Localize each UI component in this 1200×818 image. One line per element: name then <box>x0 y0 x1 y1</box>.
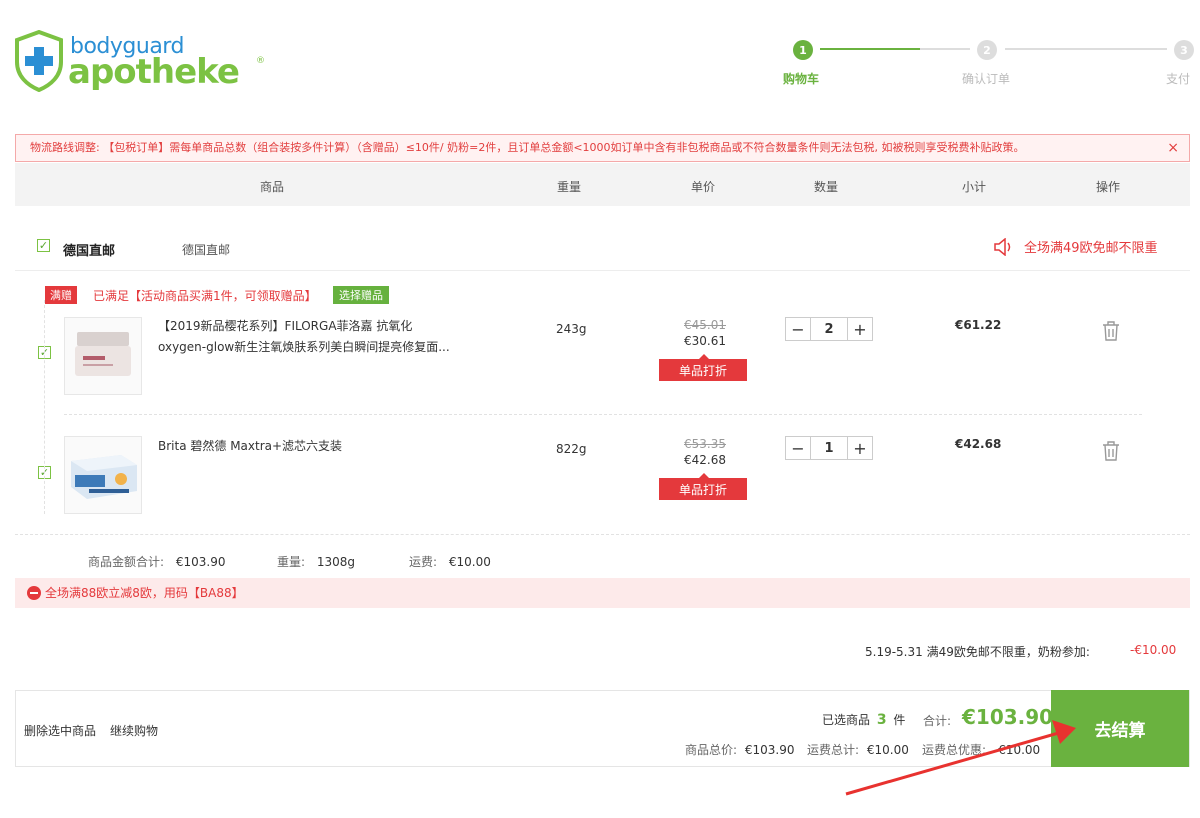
group-left-dash <box>44 300 45 514</box>
item-subtotal: €61.22 <box>955 318 1002 332</box>
promo-text: 全场满88欧立减8欧，用码【BA88】 <box>45 586 244 600</box>
shop-name: 德国直邮 <box>63 244 116 259</box>
step-2-dot: 2 <box>977 40 997 60</box>
summary-goods-total: 商品金额合计: €103.90 <box>88 553 226 570</box>
goods-total: 商品总价: €103.90 <box>685 741 795 758</box>
promo-banner: 全场满88欧立减8欧，用码【BA88】 <box>15 578 1190 608</box>
brita-box-image <box>65 437 141 513</box>
filorga-jar-image <box>65 318 141 394</box>
step-line-1a <box>820 48 920 50</box>
group-bottom-divider <box>15 534 1190 535</box>
shipping-discount-label: 5.19-5.31 满49欧免邮不限重，奶粉参加: <box>865 645 1090 659</box>
product-weight: 243g <box>556 322 587 336</box>
delete-selected-link[interactable]: 删除选中商品 <box>24 722 96 739</box>
item-subtotal: €42.68 <box>955 437 1002 451</box>
header-weight: 重量 <box>557 180 582 194</box>
goods-total-label: 商品总价: <box>685 743 738 757</box>
logo-shield-icon <box>15 30 63 92</box>
quantity-stepper: − 2 + <box>785 317 873 341</box>
product-name[interactable]: Brita 碧然德 Maxtra+滤芯六支装 <box>158 436 458 457</box>
step-line-1b <box>920 48 970 50</box>
step-2-label: 确认订单 <box>962 72 1011 86</box>
trash-icon[interactable] <box>1101 320 1121 342</box>
header-quantity: 数量 <box>814 180 839 194</box>
gift-tag: 满赠 <box>45 286 77 304</box>
product-weight: 822g <box>556 442 587 456</box>
item-divider <box>64 414 1142 415</box>
free-shipping-notice: 全场满49欧免邮不限重 <box>993 237 1158 256</box>
annotation-arrow-icon <box>845 720 1076 796</box>
discount-badge: 单品打折 <box>659 354 747 381</box>
summary-weight-label: 重量: <box>277 555 306 569</box>
continue-shopping-link[interactable]: 继续购物 <box>110 722 158 739</box>
product-name-line-2: oxygen-glow新生注氧焕肤系列美白瞬间提亮修复面... <box>158 340 450 354</box>
shipping-discount-value: -€10.00 <box>1130 643 1177 657</box>
increase-button[interactable]: + <box>848 437 872 459</box>
header-product: 商品 <box>260 180 285 194</box>
decrease-button[interactable]: − <box>786 318 810 340</box>
product-name[interactable]: 【2019新品樱花系列】FILORGA菲洛嘉 抗氧化 oxygen-glow新生… <box>158 316 458 358</box>
logo-registered: ® <box>256 56 265 66</box>
step-1-label: 购物车 <box>783 72 820 86</box>
close-icon[interactable]: × <box>1167 135 1179 161</box>
summary-shipping-label: 运费: <box>409 555 438 569</box>
summary-shipping-value: €10.00 <box>448 555 491 569</box>
step-3-dot: 3 <box>1174 40 1194 60</box>
shop-divider <box>15 270 1190 271</box>
summary-goods-value: €103.90 <box>175 555 226 569</box>
quantity-stepper: − 1 + <box>785 436 873 460</box>
quantity-value[interactable]: 1 <box>810 437 848 459</box>
step-line-2 <box>1005 48 1167 50</box>
shop-checkbox[interactable]: ✓ <box>37 239 50 252</box>
notice-banner: 物流路线调整: 【包税订单】需每单商品总数（组合装按多件计算）（含赠品）≤10件… <box>15 134 1190 162</box>
header-action: 操作 <box>1096 180 1121 194</box>
select-gift-button[interactable]: 选择赠品 <box>333 286 389 304</box>
summary-goods-label: 商品金额合计: <box>88 555 165 569</box>
speaker-icon <box>994 237 1011 256</box>
logo-text-main: apotheke <box>68 52 240 92</box>
summary-weight: 重量: 1308g <box>277 553 355 570</box>
quantity-value[interactable]: 2 <box>810 318 848 340</box>
minus-circle-icon <box>27 586 41 600</box>
original-price: €45.01 <box>684 318 726 332</box>
goods-total-value: €103.90 <box>744 743 795 757</box>
summary-shipping: 运费: €10.00 <box>409 553 491 570</box>
current-price: €30.61 <box>684 334 726 348</box>
increase-button[interactable]: + <box>848 318 872 340</box>
notice-text: 物流路线调整: 【包税订单】需每单商品总数（组合装按多件计算）（含赠品）≤10件… <box>30 141 1025 154</box>
gift-text: 已满足【活动商品买满1件，可领取赠品】 <box>93 289 317 303</box>
free-shipping-text: 全场满49欧免邮不限重 <box>1024 241 1158 256</box>
summary-weight-value: 1308g <box>316 555 356 569</box>
step-1-dot: 1 <box>793 40 813 60</box>
original-price: €53.35 <box>684 437 726 451</box>
decrease-button[interactable]: − <box>786 437 810 459</box>
trash-icon[interactable] <box>1101 440 1121 462</box>
discount-badge: 单品打折 <box>659 473 747 500</box>
product-image[interactable] <box>64 436 142 514</box>
product-name-line-1: 【2019新品樱花系列】FILORGA菲洛嘉 抗氧化 <box>158 319 413 333</box>
header-unit-price: 单价 <box>691 180 716 194</box>
header-subtotal: 小计 <box>962 180 987 194</box>
shop-subname: 德国直邮 <box>182 243 231 257</box>
table-header: 商品 重量 单价 数量 小计 操作 <box>15 163 1190 206</box>
current-price: €42.68 <box>684 453 726 467</box>
step-3-label: 支付 <box>1166 72 1191 86</box>
product-image[interactable] <box>64 317 142 395</box>
